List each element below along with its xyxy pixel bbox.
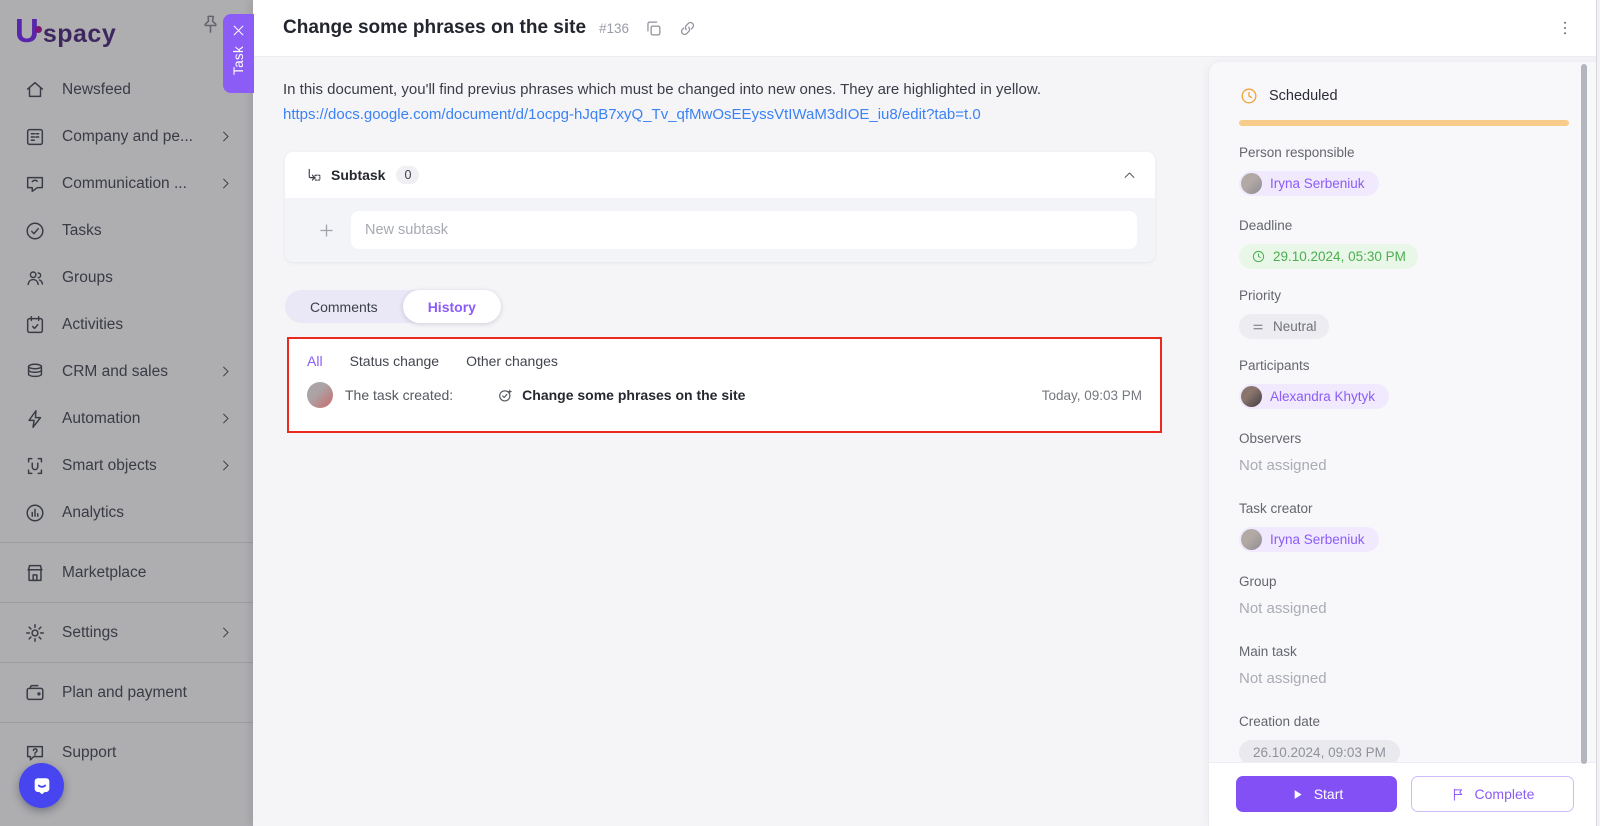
- field-priority: Priority Neutral: [1239, 288, 1568, 339]
- link-icon[interactable]: [678, 19, 697, 38]
- history-entry-action: The task created:: [345, 387, 453, 403]
- field-label: Person responsible: [1239, 145, 1568, 163]
- task-panel-tab[interactable]: Task: [223, 14, 254, 93]
- history-panel-highlighted: All Status change Other changes The task…: [287, 337, 1162, 433]
- history-entry: The task created: Change some phrases on…: [289, 369, 1160, 408]
- window-scrollbar-track: [1596, 0, 1600, 826]
- task-header: Change some phrases on the site #136: [253, 0, 1600, 57]
- avatar: [1241, 173, 1262, 194]
- task-details-panel: Scheduled Person responsible Iryna Serbe…: [1208, 62, 1600, 826]
- priority-value: Neutral: [1273, 319, 1317, 334]
- tab-history[interactable]: History: [403, 290, 501, 323]
- subtask-header[interactable]: Subtask 0: [285, 152, 1155, 198]
- field-main-task: Main task Not assigned: [1239, 644, 1568, 688]
- field-task-creator: Task creator Iryna Serbeniuk: [1239, 501, 1568, 555]
- field-label: Priority: [1239, 288, 1568, 306]
- subtask-section: Subtask 0: [285, 152, 1155, 262]
- field-label: Task creator: [1239, 501, 1568, 519]
- modal-dim-overlay[interactable]: [0, 0, 253, 826]
- deadline-value: 29.10.2024, 05:30 PM: [1273, 249, 1406, 264]
- history-filter-status-change[interactable]: Status change: [350, 353, 440, 369]
- avatar: [1241, 386, 1262, 407]
- avatar: [1241, 529, 1262, 550]
- history-entry-task-title[interactable]: Change some phrases on the site: [522, 387, 745, 403]
- flag-icon: [1451, 787, 1466, 802]
- history-filter-other-changes[interactable]: Other changes: [466, 353, 558, 369]
- task-tab-label: Task: [231, 46, 246, 75]
- field-label: Observers: [1239, 431, 1568, 449]
- field-label: Creation date: [1239, 714, 1568, 732]
- task-created-icon: [497, 387, 514, 404]
- clock-icon: [1251, 249, 1266, 264]
- deadline-pill[interactable]: 29.10.2024, 05:30 PM: [1239, 244, 1418, 269]
- task-panel: Change some phrases on the site #136 In …: [253, 0, 1600, 826]
- participant-name: Alexandra Khytyk: [1270, 389, 1375, 404]
- sidebar: Uspacy Newsfeed Company and pe... Commun…: [0, 0, 253, 826]
- field-creation-date: Creation date 26.10.2024, 09:03 PM: [1239, 714, 1568, 762]
- clock-icon: [1239, 86, 1259, 106]
- new-subtask-input[interactable]: [351, 211, 1137, 249]
- support-chat-button[interactable]: [19, 763, 64, 808]
- subtask-title: Subtask: [331, 167, 385, 183]
- description-link[interactable]: https://docs.google.com/document/d/1ocpg…: [283, 103, 981, 127]
- history-entry-time: Today, 09:03 PM: [1042, 388, 1142, 403]
- chevron-up-icon[interactable]: [1122, 168, 1137, 183]
- person-responsible-pill[interactable]: Iryna Serbeniuk: [1239, 171, 1379, 196]
- pin-icon[interactable]: [199, 13, 222, 36]
- play-icon: [1290, 787, 1305, 802]
- chat-smile-icon: [31, 775, 53, 797]
- field-label: Participants: [1239, 358, 1568, 376]
- status-badge: Scheduled: [1269, 88, 1338, 104]
- tab-comments[interactable]: Comments: [285, 290, 403, 323]
- complete-button-label: Complete: [1475, 786, 1535, 802]
- priority-pill[interactable]: Neutral: [1239, 314, 1329, 339]
- task-description: In this document, you'll find previus ph…: [283, 78, 1193, 127]
- field-label: Group: [1239, 574, 1568, 592]
- task-creator-pill[interactable]: Iryna Serbeniuk: [1239, 527, 1379, 552]
- task-creator-name: Iryna Serbeniuk: [1270, 532, 1365, 547]
- subtask-branch-icon: [305, 167, 322, 184]
- subtask-body: [285, 198, 1155, 262]
- task-details-body: Scheduled Person responsible Iryna Serbe…: [1209, 62, 1600, 762]
- person-responsible-name: Iryna Serbeniuk: [1270, 176, 1365, 191]
- observers-value[interactable]: Not assigned: [1239, 457, 1568, 475]
- field-label: Main task: [1239, 644, 1568, 662]
- field-group: Group Not assigned: [1239, 574, 1568, 618]
- field-person-responsible: Person responsible Iryna Serbeniuk: [1239, 145, 1568, 199]
- status-progress-bar: [1239, 120, 1569, 126]
- subtask-count-badge: 0: [396, 166, 419, 184]
- history-filter-all[interactable]: All: [307, 353, 323, 369]
- equals-icon: [1251, 320, 1265, 334]
- group-value[interactable]: Not assigned: [1239, 600, 1568, 618]
- field-participants: Participants Alexandra Khytyk: [1239, 358, 1568, 412]
- task-number: #136: [599, 21, 629, 36]
- creation-date-value: 26.10.2024, 09:03 PM: [1253, 745, 1386, 760]
- field-label: Deadline: [1239, 218, 1568, 236]
- complete-button[interactable]: Complete: [1411, 776, 1574, 812]
- task-actions-footer: Start Complete: [1209, 762, 1600, 826]
- field-deadline: Deadline 29.10.2024, 05:30 PM: [1239, 218, 1568, 269]
- start-button[interactable]: Start: [1236, 776, 1397, 812]
- avatar: [307, 382, 333, 408]
- status-row[interactable]: Scheduled: [1239, 86, 1568, 106]
- kebab-menu-icon[interactable]: [1556, 19, 1574, 37]
- comments-history-tabs: Comments History: [285, 290, 501, 323]
- participant-pill[interactable]: Alexandra Khytyk: [1239, 384, 1389, 409]
- close-icon[interactable]: [231, 23, 246, 38]
- creation-date-pill: 26.10.2024, 09:03 PM: [1239, 740, 1400, 762]
- description-text: In this document, you'll find previus ph…: [283, 81, 1041, 98]
- copy-icon[interactable]: [644, 19, 663, 38]
- history-filters: All Status change Other changes: [289, 339, 1160, 369]
- start-button-label: Start: [1314, 786, 1344, 802]
- main-task-value[interactable]: Not assigned: [1239, 670, 1568, 688]
- add-subtask-icon[interactable]: [317, 221, 336, 240]
- field-observers: Observers Not assigned: [1239, 431, 1568, 475]
- task-content: In this document, you'll find previus ph…: [253, 57, 1600, 826]
- page-title: Change some phrases on the site: [283, 17, 586, 39]
- vertical-scrollbar[interactable]: [1581, 64, 1587, 764]
